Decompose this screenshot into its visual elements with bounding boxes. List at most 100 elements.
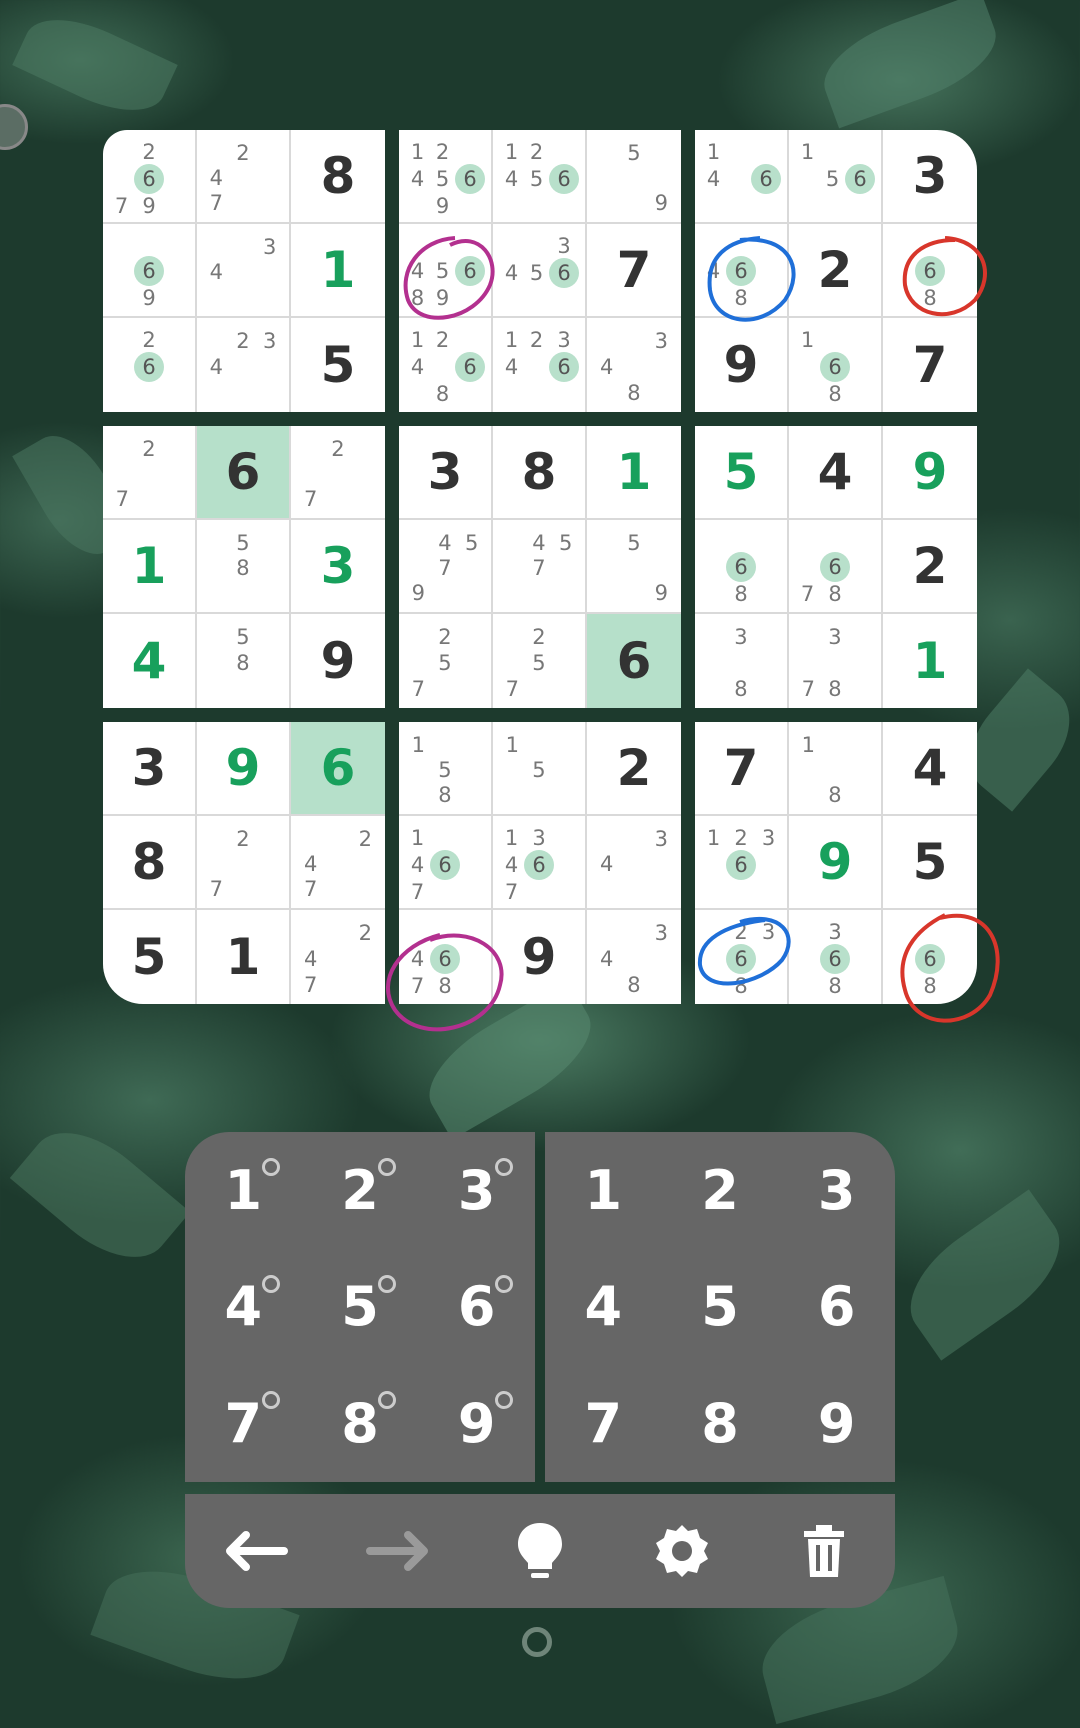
board-cell[interactable]: 124569 (399, 130, 493, 224)
value-key-8[interactable]: 8 (662, 1365, 779, 1482)
board-cell[interactable]: 156 (789, 130, 883, 224)
board-cell[interactable]: 13467 (493, 816, 587, 910)
board-cell[interactable]: 34 (197, 224, 291, 318)
value-key-5[interactable]: 5 (662, 1249, 779, 1366)
board-cell[interactable]: 3 (399, 426, 493, 520)
board-cell[interactable]: 9 (789, 816, 883, 910)
board-cell[interactable]: 68 (883, 224, 977, 318)
board-cell[interactable]: 158 (399, 722, 493, 816)
candidate-key-3[interactable]: 3 (418, 1132, 535, 1249)
board-cell[interactable]: 4 (103, 614, 197, 708)
undo-button[interactable] (211, 1506, 301, 1596)
board-cell[interactable]: 18 (789, 722, 883, 816)
home-indicator-icon[interactable] (522, 1627, 552, 1657)
board-cell[interactable]: 2 (789, 224, 883, 318)
board-cell[interactable]: 5 (103, 910, 197, 1004)
board-cell[interactable]: 2679 (103, 130, 197, 224)
board-cell[interactable]: 8 (291, 130, 385, 224)
board-cell[interactable]: 5 (291, 318, 385, 412)
board-cell[interactable]: 27 (197, 816, 291, 910)
board-cell[interactable]: 23 4 (197, 318, 291, 412)
board-cell[interactable]: 6 (291, 722, 385, 816)
board-cell[interactable]: 9 (883, 426, 977, 520)
board-cell[interactable]: 2 (883, 520, 977, 614)
board-cell[interactable]: 3 78 (789, 614, 883, 708)
board-cell[interactable]: 3 456 (493, 224, 587, 318)
board-cell[interactable]: 4 (789, 426, 883, 520)
board-cell[interactable]: 468 (695, 224, 789, 318)
board-cell[interactable]: 58 (197, 520, 291, 614)
board-cell[interactable]: 247 (197, 130, 291, 224)
board-cell[interactable]: 4579 (399, 520, 493, 614)
board-cell[interactable]: 59 (587, 520, 681, 614)
board-cell[interactable]: 15 (493, 722, 587, 816)
board-cell[interactable]: 9 (493, 910, 587, 1004)
board-cell[interactable]: 368 (789, 910, 883, 1004)
candidate-key-1[interactable]: 1 (185, 1132, 302, 1249)
value-key-2[interactable]: 2 (662, 1132, 779, 1249)
board-cell[interactable]: 9 (291, 614, 385, 708)
board-cell[interactable]: 3 48 (587, 318, 681, 412)
board-cell[interactable]: 3 48 (587, 910, 681, 1004)
floating-handle-icon[interactable] (0, 104, 28, 150)
value-key-1[interactable]: 1 (545, 1132, 662, 1249)
board-cell[interactable]: 68 (695, 520, 789, 614)
board-cell[interactable]: 26 (103, 318, 197, 412)
board-cell[interactable]: 1 (883, 614, 977, 708)
board-cell[interactable]: 7 (883, 318, 977, 412)
board-cell[interactable]: 2368 (695, 910, 789, 1004)
value-key-9[interactable]: 9 (778, 1365, 895, 1482)
board-cell[interactable]: 58 (197, 614, 291, 708)
board-cell[interactable]: 8 (103, 816, 197, 910)
board-cell[interactable]: 257 (399, 614, 493, 708)
candidate-key-9[interactable]: 9 (418, 1365, 535, 1482)
board-cell[interactable]: 5 (695, 426, 789, 520)
board-cell[interactable]: 27 (291, 426, 385, 520)
board-cell[interactable]: 8 (493, 426, 587, 520)
board-cell[interactable]: 168 (789, 318, 883, 412)
board-cell[interactable]: 3 (291, 520, 385, 614)
value-key-7[interactable]: 7 (545, 1365, 662, 1482)
board-cell[interactable]: 678 (789, 520, 883, 614)
value-key-4[interactable]: 4 (545, 1249, 662, 1366)
board-cell[interactable]: 457 (493, 520, 587, 614)
board-cell[interactable]: 6 (197, 426, 291, 520)
board-cell[interactable]: 68 (883, 910, 977, 1004)
board-cell[interactable]: 3 (103, 722, 197, 816)
delete-button[interactable] (779, 1506, 869, 1596)
board-cell[interactable]: 257 (493, 614, 587, 708)
board-cell[interactable]: 38 (695, 614, 789, 708)
board-cell[interactable]: 456 89 (399, 224, 493, 318)
board-cell[interactable]: 4678 (399, 910, 493, 1004)
board-cell[interactable]: 9 (695, 318, 789, 412)
board-cell[interactable]: 6 (587, 614, 681, 708)
board-cell[interactable]: 5 (883, 816, 977, 910)
candidate-key-6[interactable]: 6 (418, 1249, 535, 1366)
board-cell[interactable]: 4 (883, 722, 977, 816)
board-cell[interactable]: 1 467 (399, 816, 493, 910)
board-cell[interactable]: 27 (103, 426, 197, 520)
board-cell[interactable]: 1 (197, 910, 291, 1004)
candidate-key-8[interactable]: 8 (302, 1365, 419, 1482)
board-cell[interactable]: 7 (695, 722, 789, 816)
redo-button[interactable] (353, 1506, 443, 1596)
board-cell[interactable]: 69 (103, 224, 197, 318)
board-cell[interactable]: 9 (197, 722, 291, 816)
board-cell[interactable]: 1 (291, 224, 385, 318)
settings-button[interactable] (637, 1506, 727, 1596)
value-key-3[interactable]: 3 (778, 1132, 895, 1249)
board-cell[interactable]: 12456 (493, 130, 587, 224)
board-cell[interactable]: 247 (291, 816, 385, 910)
board-cell[interactable]: 1 4 6 (695, 130, 789, 224)
board-cell[interactable]: 34 (587, 816, 681, 910)
board-cell[interactable]: 1 (587, 426, 681, 520)
board-cell[interactable]: 247 (291, 910, 385, 1004)
board-cell[interactable]: 124 68 (399, 318, 493, 412)
value-key-6[interactable]: 6 (778, 1249, 895, 1366)
hint-button[interactable] (495, 1506, 585, 1596)
candidate-key-2[interactable]: 2 (302, 1132, 419, 1249)
board-cell[interactable]: 3 (883, 130, 977, 224)
board-cell[interactable]: 123 4 6 (493, 318, 587, 412)
board-cell[interactable]: 1236 (695, 816, 789, 910)
board-cell[interactable]: 7 (587, 224, 681, 318)
